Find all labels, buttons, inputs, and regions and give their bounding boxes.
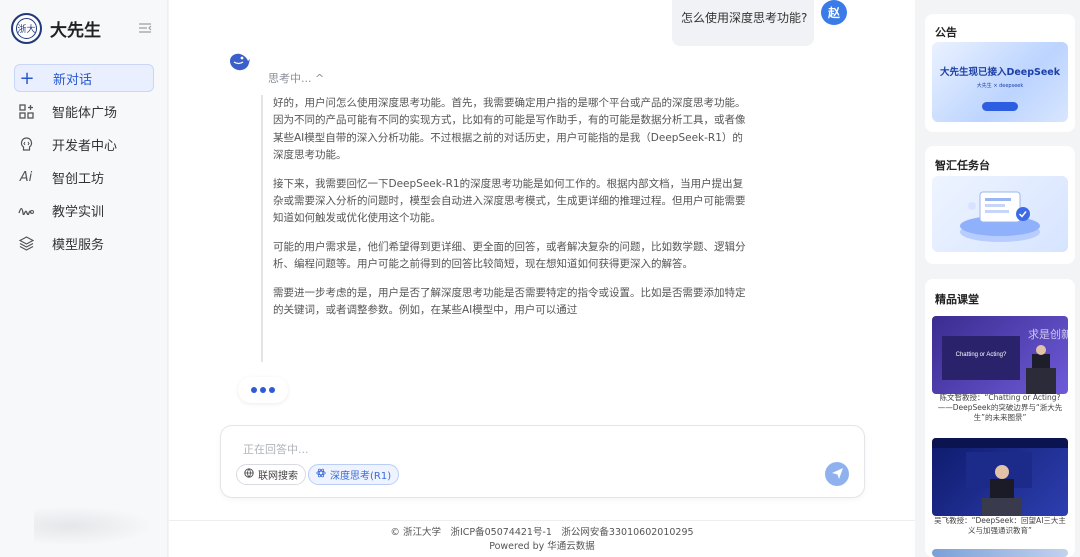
footer-legal: © 浙江大学 浙ICP备05074421号-1 浙公网安备33010602010…: [390, 527, 694, 538]
nav-agent-square[interactable]: 智能体广场: [14, 97, 154, 125]
nav-teaching-training[interactable]: 教学实训: [14, 196, 154, 224]
nav-label: 新对话: [53, 72, 93, 88]
nav-label: 模型服务: [52, 237, 105, 253]
chat-input-box[interactable]: 正在回答中... 联网搜索 深度思考(R1): [220, 425, 865, 498]
course-banner-text: 求是创新: [1028, 327, 1068, 341]
code-bulb-icon: [18, 136, 34, 152]
right-rail: 公告 大先生现已接入DeepSeek 大先生 × deepseek 智汇任务台 …: [916, 0, 1080, 557]
course-caption[interactable]: 陈文智教授：“Chatting or Acting?——DeepSeek的突破边…: [932, 393, 1068, 423]
nav-creative-workshop[interactable]: Ai 智创工坊: [14, 163, 154, 191]
footer-powered: Powered by 华通云数据: [489, 541, 595, 552]
nav-label: 智能体广场: [52, 105, 118, 121]
bot-avatar-icon: [228, 50, 252, 74]
watermark: [34, 506, 154, 546]
logo-text: 浙大: [16, 18, 37, 39]
sidebar: 浙大 大先生 + 新对话 智能体广场 开发者中心 Ai 智创工坊 教学实训 模型…: [0, 0, 168, 557]
plus-icon: +: [19, 67, 35, 89]
deep-think-label: 深度思考(R1): [330, 471, 392, 482]
course-thumbnail[interactable]: Chatting or Acting? 求是创新: [932, 316, 1068, 394]
web-search-toggle[interactable]: 联网搜索: [236, 464, 306, 485]
layers-icon: [18, 235, 34, 251]
collapse-sidebar-icon[interactable]: [138, 22, 152, 34]
course-thumbnail[interactable]: [932, 438, 1068, 516]
announcement-banner-sub: 大先生 × deepseek: [976, 83, 1024, 89]
sidebar-nav: + 新对话 智能体广场 开发者中心 Ai 智创工坊 教学实训 模型服务: [14, 64, 154, 262]
course-title: 精品课堂: [935, 293, 979, 306]
nav-label: 教学实训: [52, 204, 105, 220]
wave-icon: [18, 202, 34, 218]
announcement-card: 公告 大先生现已接入DeepSeek 大先生 × deepseek: [925, 14, 1075, 132]
announcement-banner-text: 大先生现已接入DeepSeek: [939, 67, 1061, 78]
footer: © 浙江大学 浙ICP备05074421号-1 浙公网安备33010602010…: [169, 520, 915, 554]
loading-dot: [251, 387, 257, 393]
atom-icon: [316, 468, 326, 481]
brand-name: 大先生: [50, 21, 101, 41]
university-logo: 浙大: [11, 13, 42, 44]
ai-icon: Ai: [19, 169, 33, 185]
loading-dot: [260, 387, 266, 393]
nav-developer-center[interactable]: 开发者中心: [14, 130, 154, 158]
thinking-paragraph: 好的，用户问怎么使用深度思考功能。首先，我需要确定用户指的是哪个平台或产品的深度…: [273, 97, 746, 161]
brand[interactable]: 浙大 大先生: [11, 13, 101, 44]
loading-dot: [269, 387, 275, 393]
thinking-paragraph: 接下来，我需要回忆一下DeepSeek-R1的深度思考功能是如何工作的。根据内部…: [273, 177, 746, 225]
thinking-content: 好的，用户问怎么使用深度思考功能。首先，我需要确定用户指的是哪个平台或产品的深度…: [261, 95, 751, 362]
course-thumbnail[interactable]: [932, 549, 1068, 557]
task-illustration: [960, 191, 1040, 242]
nav-new-chat[interactable]: + 新对话: [14, 64, 154, 92]
announcement-banner[interactable]: 大先生现已接入DeepSeek 大先生 × deepseek: [932, 42, 1068, 122]
loading-indicator: [238, 377, 288, 403]
course-screen-text: Chatting or Acting?: [956, 352, 1007, 358]
nav-model-service[interactable]: 模型服务: [14, 229, 154, 257]
thinking-toggle[interactable]: 思考中... ^: [268, 70, 324, 86]
announcement-title: 公告: [935, 26, 957, 39]
course-video-frame: Chatting or Acting? 求是创新: [942, 327, 1068, 394]
globe-icon: [244, 468, 254, 481]
chat-input[interactable]: 正在回答中...: [243, 441, 309, 457]
deep-think-toggle[interactable]: 深度思考(R1): [308, 464, 400, 485]
course-video-frame: [932, 438, 1068, 516]
chat-main: 怎么使用深度思考功能? 赵 思考中... ^ 好的，用户问怎么使用深度思考功能。…: [169, 0, 915, 557]
user-avatar[interactable]: 赵: [821, 0, 847, 25]
task-banner[interactable]: [932, 176, 1068, 252]
send-icon: [831, 465, 844, 484]
task-title: 智汇任务台: [935, 159, 990, 172]
nav-label: 开发者中心: [52, 138, 118, 154]
task-card: 智汇任务台: [925, 146, 1075, 264]
nav-label: 智创工坊: [52, 171, 105, 187]
send-button[interactable]: [825, 462, 849, 486]
thinking-paragraph: 可能的用户需求是，他们希望得到更详细、更全面的回答，或者解决复杂的问题，比如数学…: [273, 241, 746, 271]
user-message: 怎么使用深度思考功能?: [672, 0, 814, 46]
announcement-banner-button: [982, 102, 1018, 111]
grid-plus-icon: [18, 103, 34, 119]
web-search-label: 联网搜索: [258, 471, 298, 482]
course-caption[interactable]: 吴飞教授：“DeepSeek：回望AI三大主义与加强通识教育”: [932, 516, 1068, 536]
thinking-paragraph: 需要进一步考虑的是，用户是否了解深度思考功能是否需要特定的指令或设置。比如是否需…: [273, 287, 746, 317]
